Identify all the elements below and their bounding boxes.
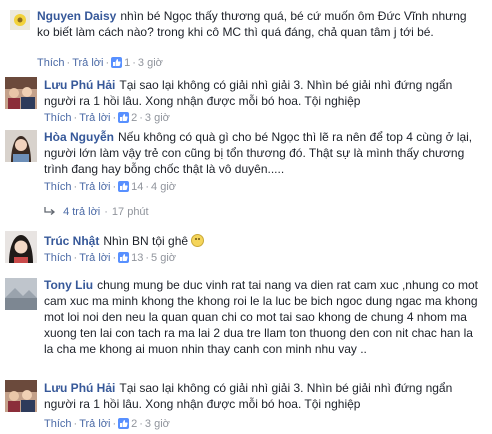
like-button[interactable]: Thích xyxy=(37,57,65,69)
like-count: 1 xyxy=(124,57,131,69)
comment-author[interactable]: Hòa Nguyễn xyxy=(44,130,114,144)
comment-body: Trúc Nhật Nhìn BN tội ghê xyxy=(44,233,480,249)
reply-button[interactable]: Trả lời xyxy=(79,418,110,430)
avatar[interactable] xyxy=(10,10,30,30)
avatar[interactable] xyxy=(5,380,37,412)
like-button[interactable]: Thích xyxy=(44,181,72,193)
like-count-icon xyxy=(118,418,130,429)
comment-time[interactable]: 3 giờ xyxy=(138,57,163,69)
avatar[interactable] xyxy=(5,231,37,263)
comment-body: Hòa Nguyễn Nếu không có quà gì cho bé Ngọ… xyxy=(44,129,480,177)
comment-body: Lưu Phú Hải Tại sao lại không có giải nhì… xyxy=(44,77,480,109)
like-count: 2 xyxy=(131,112,138,124)
comment-time[interactable]: 4 giờ xyxy=(151,181,176,193)
comment-item: Nguyen Daisy nhìn bé Ngọc thấy thương quá… xyxy=(0,0,492,72)
avatar[interactable] xyxy=(5,130,37,162)
avatar[interactable] xyxy=(5,77,37,109)
reply-button[interactable]: Trả lời xyxy=(79,112,110,124)
replies-time[interactable]: 17 phút xyxy=(112,206,149,218)
smile-emoji-icon xyxy=(191,234,205,247)
comment-actions: Thích · Trả lời · 1 · 3 giờ xyxy=(37,57,163,69)
like-count-icon xyxy=(118,252,130,263)
comment-time[interactable]: 3 giờ xyxy=(145,418,170,430)
like-count: 2 xyxy=(131,418,138,430)
reply-arrow-icon xyxy=(44,206,59,218)
comment-text: chung mung be duc vinh rat tai nang va d… xyxy=(44,278,479,356)
comment-author[interactable]: Trúc Nhật xyxy=(44,234,99,248)
view-replies-row[interactable]: 4 trả lời · 17 phút xyxy=(44,206,149,218)
comment-actions: Thích · Trả lời · 13 · 5 giờ xyxy=(44,252,176,264)
reply-button[interactable]: Trả lời xyxy=(72,57,103,69)
comment-time[interactable]: 5 giờ xyxy=(151,252,176,264)
comment-body: Tony Liu chung mung be duc vinh rat tai n… xyxy=(44,277,482,357)
comment-body: Nguyen Daisy nhìn bé Ngọc thấy thương quá… xyxy=(37,8,477,40)
like-button[interactable]: Thích xyxy=(44,252,72,264)
reply-button[interactable]: Trả lời xyxy=(79,181,110,193)
like-count-icon xyxy=(118,112,130,123)
like-count-icon xyxy=(118,181,130,192)
like-count: 13 xyxy=(131,252,144,264)
comment-author[interactable]: Lưu Phú Hải xyxy=(44,78,115,92)
avatar[interactable] xyxy=(5,278,37,310)
comment-author[interactable]: Nguyen Daisy xyxy=(37,9,116,23)
comment-author[interactable]: Lưu Phú Hải xyxy=(44,381,115,395)
like-button[interactable]: Thích xyxy=(44,112,72,124)
like-count: 14 xyxy=(131,181,144,193)
comment-time[interactable]: 3 giờ xyxy=(145,112,170,124)
like-count-icon xyxy=(111,57,123,68)
like-button[interactable]: Thích xyxy=(44,418,72,430)
comment-actions: Thích · Trả lời · 14 · 4 giờ xyxy=(44,181,176,193)
reply-button[interactable]: Trả lời xyxy=(79,252,110,264)
comment-author[interactable]: Tony Liu xyxy=(44,278,93,292)
replies-count-link[interactable]: 4 trả lời xyxy=(63,206,100,218)
comment-item: Tony Liu chung mung be duc vinh rat tai n… xyxy=(0,276,492,376)
comment-actions: Thích · Trả lời · 2 · 3 giờ xyxy=(44,112,170,124)
comment-text: Nhìn BN tội ghê xyxy=(103,234,189,248)
comment-body: Lưu Phú Hải Tại sao lại không có giải nhì… xyxy=(44,380,480,412)
comment-actions: Thích · Trả lời · 2 · 3 giờ xyxy=(44,418,170,430)
